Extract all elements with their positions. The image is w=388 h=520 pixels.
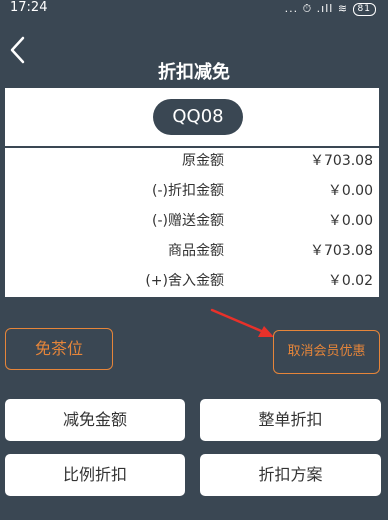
row-label: 原金额 [182,153,224,169]
cancel-member-discount-button[interactable]: 取消会员优惠 [273,330,380,374]
row-value: ￥0.02 [327,273,373,289]
summary-row-discount: (-)折扣金额 ￥0.00 [5,181,379,201]
status-time: 17:24 [10,0,48,15]
row-label: 商品金额 [168,243,224,259]
annotation-arrow-icon [210,308,274,337]
summary-row-gift: (-)赠送金额 ￥0.00 [5,211,379,231]
room-panel: QQ08 [5,88,379,146]
discount-plan-button[interactable]: 折扣方案 [200,454,381,496]
free-seat-button[interactable]: 免茶位 [5,328,113,370]
header: 折扣减免 [0,18,388,84]
row-label: (-)折扣金额 [152,183,224,199]
summary-row-rounding: (+)舍入金额 ￥0.02 [5,271,379,291]
status-bar: 17:24 ... ⏱ .ıll ≋ 81 [0,0,388,18]
row-label: (+)舍入金额 [145,273,224,289]
row-value: ￥703.08 [310,243,373,259]
row-value: ￥0.00 [327,183,373,199]
reduce-amount-button[interactable]: 减免金额 [5,399,185,441]
amount-summary: 原金额 ￥703.08 (-)折扣金额 ￥0.00 (-)赠送金额 ￥0.00 … [5,148,379,297]
room-code-badge: QQ08 [153,99,243,135]
signal-wifi-icons: ... ⏱ .ıll ≋ [284,2,349,15]
status-icons: ... ⏱ .ıll ≋ 81 [285,0,376,18]
row-label: (-)赠送金额 [152,213,224,229]
summary-row-original: 原金额 ￥703.08 [5,151,379,171]
page-title: 折扣减免 [158,62,230,83]
whole-order-discount-button[interactable]: 整单折扣 [200,399,381,441]
row-value: ￥0.00 [327,213,373,229]
battery-icon: 81 [352,2,376,16]
summary-row-goods: 商品金额 ￥703.08 [5,241,379,261]
ratio-discount-button[interactable]: 比例折扣 [5,454,185,496]
row-value: ￥703.08 [310,153,373,169]
